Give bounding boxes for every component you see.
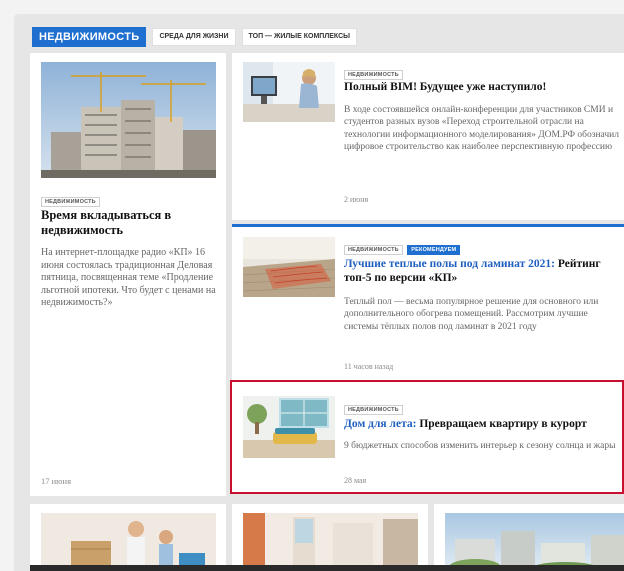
- woman-at-computer-photo[interactable]: [243, 62, 335, 122]
- window-bottom-edge: [30, 565, 624, 571]
- article-description: На интернет-площадке радио «КП» 16 июня …: [41, 247, 216, 308]
- bottom-card-2[interactable]: [232, 504, 428, 571]
- article-card-summer[interactable]: НЕДВИЖИМОСТЬ Дом для лета: Превращаем кв…: [232, 382, 624, 494]
- article-title[interactable]: Полный BIM! Будущее уже наступило!: [344, 80, 622, 94]
- tab-real-estate[interactable]: НЕДВИЖИМОСТЬ: [32, 27, 147, 47]
- construction-cranes-photo[interactable]: [41, 62, 216, 178]
- family-with-boxes-photo[interactable]: [41, 513, 216, 571]
- article-title-link[interactable]: Лучшие теплые полы под ламинат 2021:: [344, 258, 555, 270]
- article-title-link[interactable]: Дом для лета:: [344, 418, 416, 430]
- article-date: 17 июня: [41, 476, 71, 486]
- recommended-badge[interactable]: РЕКОМЕНДУЕМ: [407, 245, 461, 255]
- bottom-card-3[interactable]: [434, 504, 624, 571]
- tab-top-residential-complexes[interactable]: ТОП — ЖИЛЫЕ КОМПЛЕКСЫ: [241, 28, 357, 46]
- article-date: 2 июня: [344, 195, 369, 204]
- article-card-floors[interactable]: НЕДВИЖИМОСТЬ РЕКОМЕНДУЕМ Лучшие теплые п…: [232, 224, 624, 385]
- article-title-rest[interactable]: Превращаем квартиру в курорт: [419, 418, 586, 430]
- article-description: В ходе состоявшейся онлайн-конференции д…: [344, 105, 619, 152]
- article-title[interactable]: Время вкладываться в недвижимость: [41, 208, 216, 238]
- article-title[interactable]: Лучшие теплые полы под ламинат 2021: Рей…: [344, 257, 622, 285]
- article-title[interactable]: Дом для лета: Превращаем квартиру в куро…: [344, 417, 622, 431]
- article-date: 11 часов назад: [344, 362, 394, 371]
- article-date: 28 мая: [344, 476, 367, 485]
- left-article-card[interactable]: НЕДВИЖИМОСТЬ Время вкладываться в недвиж…: [30, 53, 226, 496]
- living-room-photo[interactable]: [243, 396, 335, 458]
- article-card-bim[interactable]: НЕДВИЖИМОСТЬ Полный BIM! Будущее уже нас…: [232, 53, 624, 220]
- category-badge[interactable]: НЕДВИЖИМОСТЬ: [344, 245, 403, 255]
- bottom-card-1[interactable]: [30, 504, 226, 571]
- article-description: Теплый пол — весьма популярное решение д…: [344, 297, 599, 332]
- section-tabs: НЕДВИЖИМОСТЬ СРЕДА ДЛЯ ЖИЗНИ ТОП — ЖИЛЫЕ…: [32, 27, 357, 47]
- heated-floor-photo[interactable]: [243, 237, 335, 297]
- residential-complex-photo[interactable]: [445, 513, 624, 571]
- category-badge[interactable]: НЕДВИЖИМОСТЬ: [344, 405, 403, 415]
- category-badge[interactable]: НЕДВИЖИМОСТЬ: [344, 70, 403, 80]
- article-description: 9 бюджетных способов изменить интерьер к…: [344, 441, 616, 451]
- tab-living-environment[interactable]: СРЕДА ДЛЯ ЖИЗНИ: [152, 28, 236, 46]
- apartment-interior-photo[interactable]: [243, 513, 418, 571]
- category-badge[interactable]: НЕДВИЖИМОСТЬ: [41, 197, 100, 207]
